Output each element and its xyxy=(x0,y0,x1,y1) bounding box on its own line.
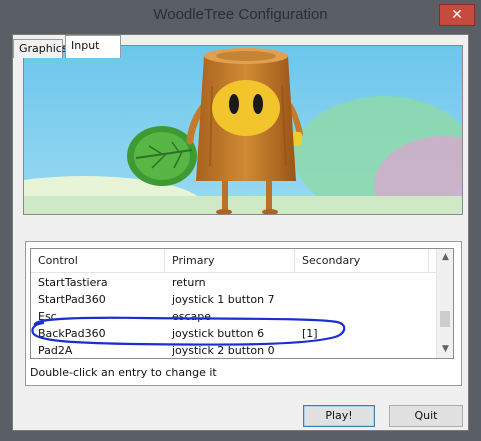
quit-button[interactable]: Quit xyxy=(389,405,463,427)
input-bindings-list[interactable]: Control Primary Secondary StartTastiera … xyxy=(30,248,454,359)
title-bar[interactable]: WoodleTree Configuration ✕ xyxy=(0,0,481,32)
scroll-up-arrow-icon[interactable]: ▲ xyxy=(437,249,453,266)
scroll-down-arrow-icon[interactable]: ▼ xyxy=(437,341,453,358)
cell-secondary xyxy=(295,274,429,291)
list-header: Control Primary Secondary xyxy=(31,249,437,273)
table-row[interactable]: Pad2A joystick 2 button 0 xyxy=(31,342,437,358)
table-row[interactable]: StartPad360 joystick 1 button 7 xyxy=(31,291,437,308)
table-row[interactable]: StartTastiera return xyxy=(31,274,437,291)
input-tab-panel: Control Primary Secondary StartTastiera … xyxy=(25,241,462,386)
tab-input[interactable]: Input xyxy=(65,35,121,58)
cell-secondary xyxy=(295,342,429,358)
cell-primary: joystick button 6 xyxy=(172,327,265,340)
column-header-secondary[interactable]: Secondary xyxy=(295,249,429,273)
cell-control: StartPad360 xyxy=(38,293,106,306)
cell-primary: escape xyxy=(172,310,212,323)
close-button[interactable]: ✕ xyxy=(439,4,475,26)
config-window: WoodleTree Configuration ✕ Graphics Inpu… xyxy=(0,0,481,441)
play-button[interactable]: Play! xyxy=(303,405,375,427)
cell-secondary xyxy=(295,291,429,308)
cell-secondary xyxy=(295,308,429,325)
cell-control: Pad2A xyxy=(38,344,73,357)
cell-secondary: [1] xyxy=(302,327,318,340)
cell-control: BackPad360 xyxy=(38,327,106,340)
tab-graphics[interactable]: Graphics xyxy=(13,39,68,58)
cell-primary: joystick 1 button 7 xyxy=(172,293,275,306)
cell-primary: return xyxy=(172,276,206,289)
cell-control: Esc xyxy=(38,310,57,323)
column-header-primary[interactable]: Primary xyxy=(165,249,295,273)
table-row[interactable]: BackPad360 joystick button 6 [1] xyxy=(31,325,437,342)
scroll-thumb[interactable] xyxy=(440,311,450,327)
table-row[interactable]: Esc escape xyxy=(31,308,437,325)
banner-artwork xyxy=(24,46,462,214)
game-banner-image xyxy=(23,45,463,215)
column-header-control[interactable]: Control xyxy=(31,249,165,273)
cell-primary: joystick 2 button 0 xyxy=(172,344,275,357)
instruction-text: Double-click an entry to change it xyxy=(30,366,217,379)
dialog-client: Graphics Input Control Primary Secondary… xyxy=(12,34,469,431)
list-scrollbar[interactable]: ▲ ▼ xyxy=(436,249,453,358)
list-rows: StartTastiera return StartPad360 joystic… xyxy=(31,274,437,358)
window-title: WoodleTree Configuration xyxy=(153,6,328,23)
cell-control: StartTastiera xyxy=(38,276,108,289)
